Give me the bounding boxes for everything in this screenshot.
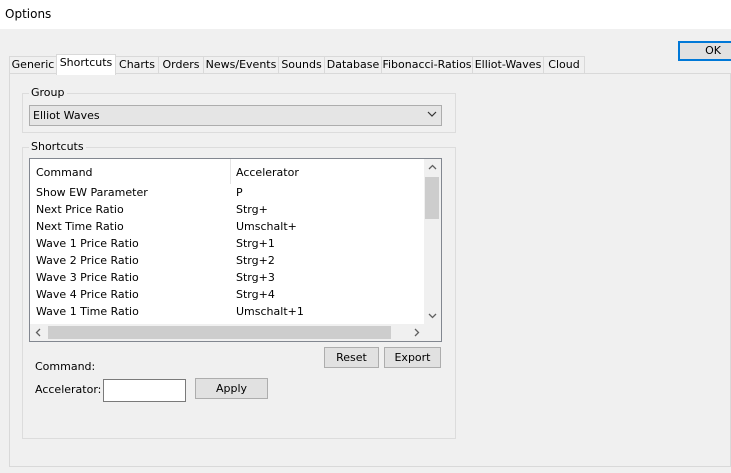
vertical-scroll-thumb[interactable]	[425, 177, 439, 219]
tab-sounds[interactable]: Sounds	[278, 56, 325, 74]
tab-orders[interactable]: Orders	[158, 56, 204, 74]
vertical-scrollbar[interactable]	[424, 159, 441, 324]
shortcuts-legend: Shortcuts	[29, 140, 86, 153]
row-command: Next Time Ratio	[36, 220, 124, 233]
list-header: Command Accelerator	[30, 159, 425, 184]
group-legend: Group	[29, 86, 67, 99]
column-separator[interactable]	[230, 159, 231, 184]
apply-button[interactable]: Apply	[195, 378, 268, 399]
row-command: Wave 3 Price Ratio	[36, 271, 139, 284]
tab-charts[interactable]: Charts	[115, 56, 159, 74]
table-row[interactable]: Show EW Parameter P	[30, 185, 425, 202]
group-dropdown[interactable]: Elliot Waves	[29, 105, 442, 126]
row-accelerator: Umschalt+1	[236, 305, 304, 318]
tab-cloud[interactable]: Cloud	[543, 56, 585, 74]
table-row[interactable]: Wave 1 Price Ratio Strg+1	[30, 236, 425, 253]
table-row[interactable]: Wave 2 Price Ratio Strg+2	[30, 253, 425, 270]
tab-news-events[interactable]: News/Events	[203, 56, 279, 74]
horizontal-scrollbar[interactable]	[30, 324, 425, 341]
table-row[interactable]: Wave 4 Price Ratio Strg+4	[30, 287, 425, 304]
column-header-command[interactable]: Command	[36, 166, 93, 179]
row-command: Show EW Parameter	[36, 186, 148, 199]
chevron-down-icon	[427, 111, 437, 117]
export-button[interactable]: Export	[384, 347, 441, 368]
chevron-down-icon[interactable]	[424, 307, 441, 324]
horizontal-scroll-thumb[interactable]	[48, 326, 391, 339]
row-accelerator: Strg+	[236, 203, 268, 216]
tab-generic[interactable]: Generic	[9, 56, 57, 74]
table-row[interactable]: Wave 3 Price Ratio Strg+3	[30, 270, 425, 287]
table-row[interactable]: Wave 1 Time Ratio Umschalt+1	[30, 304, 425, 321]
reset-button[interactable]: Reset	[324, 347, 379, 368]
accelerator-label: Accelerator:	[35, 383, 102, 396]
row-command: Wave 4 Price Ratio	[36, 288, 139, 301]
table-row[interactable]: Next Price Ratio Strg+	[30, 202, 425, 219]
row-accelerator: Umschalt+	[236, 220, 297, 233]
row-accelerator: Strg+4	[236, 288, 275, 301]
chevron-left-icon[interactable]	[30, 324, 47, 341]
column-header-accelerator[interactable]: Accelerator	[236, 166, 299, 179]
row-accelerator: Strg+1	[236, 237, 275, 250]
scrollbar-corner	[424, 324, 441, 341]
tab-shortcuts[interactable]: Shortcuts	[56, 54, 116, 75]
window-title: Options	[5, 7, 52, 21]
row-accelerator: P	[236, 186, 243, 199]
chevron-up-icon[interactable]	[424, 159, 441, 176]
table-row[interactable]: Next Time Ratio Umschalt+	[30, 219, 425, 236]
row-accelerator: Strg+3	[236, 271, 275, 284]
command-label: Command:	[35, 360, 96, 373]
row-command: Next Price Ratio	[36, 203, 124, 216]
row-accelerator: Strg+2	[236, 254, 275, 267]
ok-button[interactable]: OK	[678, 41, 731, 61]
tab-elliot-waves[interactable]: Elliot-Waves	[472, 56, 544, 74]
row-command: Wave 1 Time Ratio	[36, 305, 139, 318]
accelerator-input[interactable]	[103, 379, 186, 402]
title-bar: Options	[0, 0, 731, 29]
group-dropdown-value: Elliot Waves	[33, 109, 100, 122]
tab-fibonacci-ratios[interactable]: Fibonacci-Ratios	[381, 56, 473, 74]
tab-database[interactable]: Database	[324, 56, 382, 74]
row-command: Wave 1 Price Ratio	[36, 237, 139, 250]
row-command: Wave 2 Price Ratio	[36, 254, 139, 267]
chevron-right-icon[interactable]	[408, 324, 425, 341]
shortcuts-list[interactable]: Command Accelerator Show EW Parameter P …	[29, 158, 442, 342]
